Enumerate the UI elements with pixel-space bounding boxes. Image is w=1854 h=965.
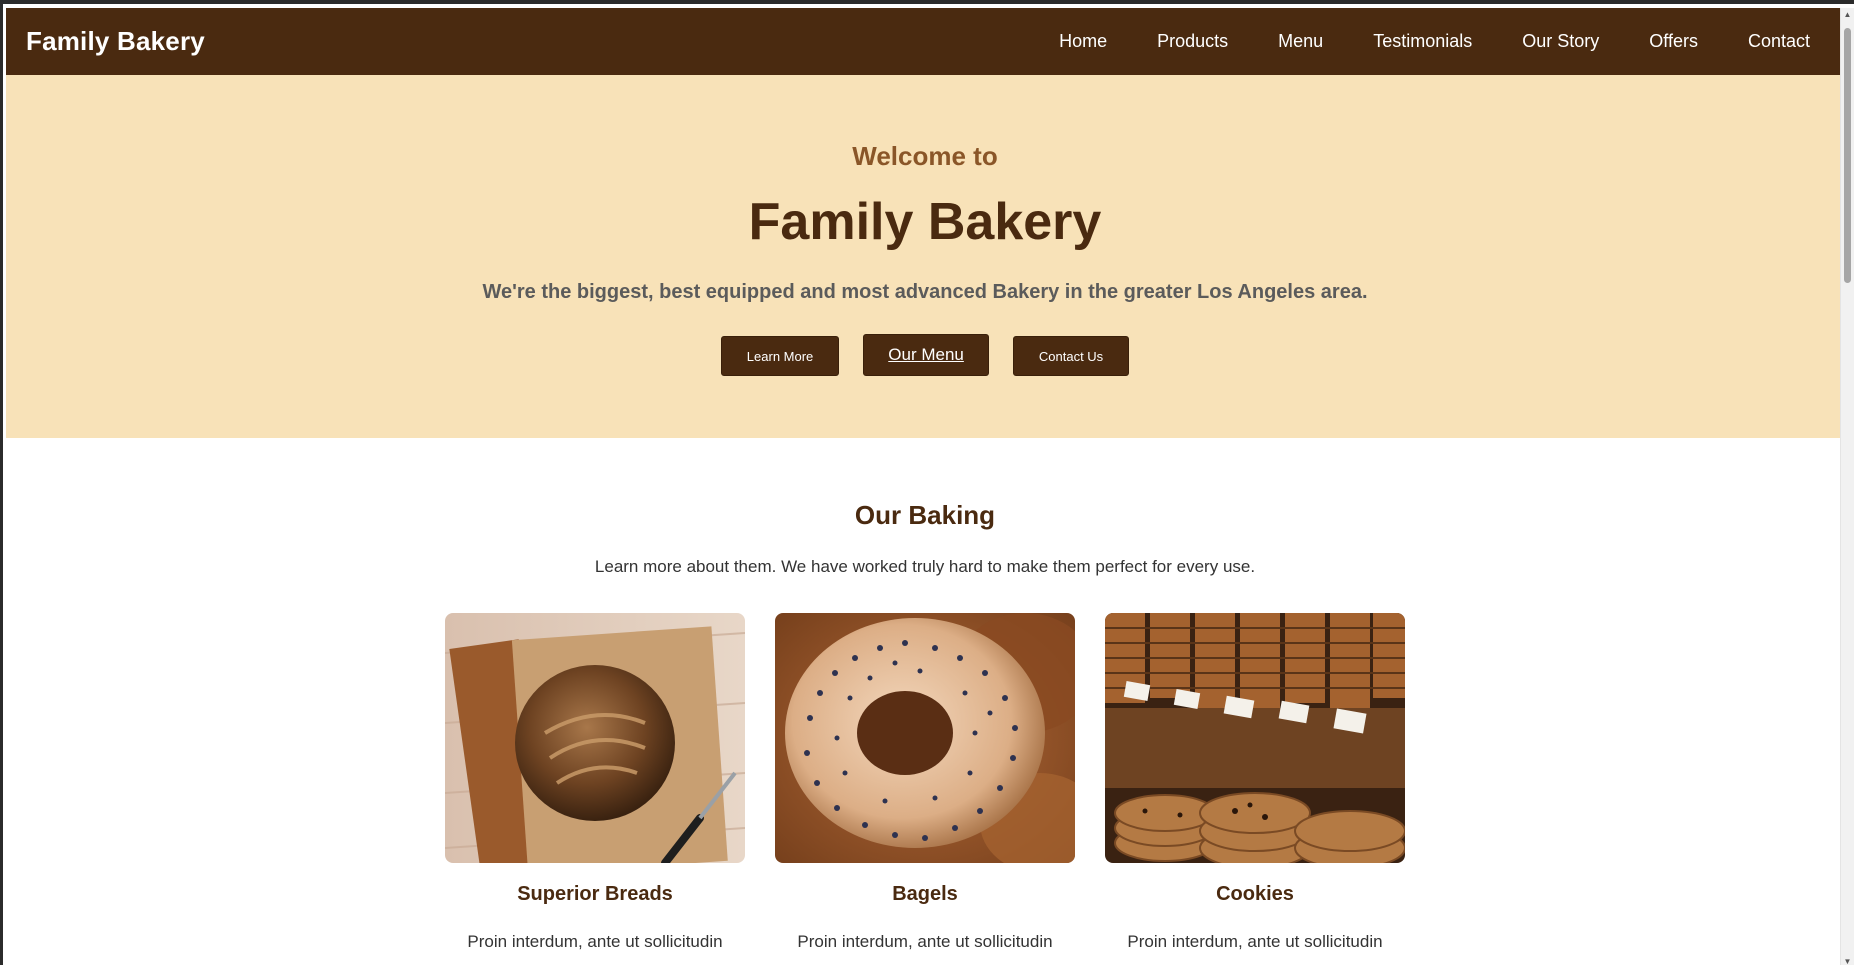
card-title: Bagels <box>892 883 958 905</box>
product-cards: Superior Breads Proin interdum, ante ut … <box>6 613 1844 955</box>
scroll-up-icon[interactable]: ▲ <box>1841 8 1854 22</box>
hero-section: Welcome to Family Bakery We're the bigge… <box>6 75 1844 438</box>
product-card-breads: Superior Breads Proin interdum, ante ut … <box>445 613 745 955</box>
contact-us-button[interactable]: Contact Us <box>1012 336 1130 377</box>
card-title: Superior Breads <box>517 883 673 905</box>
hero-buttons: Learn More Our Menu Contact Us <box>6 333 1844 377</box>
hero-eyebrow: Welcome to <box>852 141 998 171</box>
card-text: Proin interdum, ante ut sollicitudin <box>1127 932 1383 951</box>
nav-link-our-story[interactable]: Our Story <box>1497 31 1624 52</box>
hero-subtitle: We're the biggest, best equipped and mos… <box>482 281 1368 304</box>
cookies-image <box>1105 613 1405 863</box>
our-baking-section: Our Baking Learn more about them. We hav… <box>6 438 1844 955</box>
nav-link-menu[interactable]: Menu <box>1253 31 1348 52</box>
our-menu-button[interactable]: Our Menu <box>863 333 989 376</box>
scroll-down-icon[interactable]: ▼ <box>1841 955 1854 965</box>
nav-link-offers[interactable]: Offers <box>1624 31 1723 52</box>
learn-more-button[interactable]: Learn More <box>720 336 840 377</box>
product-card-cookies: Cookies Proin interdum, ante ut sollicit… <box>1105 613 1405 955</box>
nav-link-contact[interactable]: Contact <box>1723 31 1810 52</box>
card-title: Cookies <box>1216 883 1294 905</box>
navbar: Family Bakery Home Products Menu Testimo… <box>6 8 1844 75</box>
vertical-scrollbar[interactable]: ▲ ▼ <box>1840 8 1854 965</box>
bagel-image <box>775 613 1075 863</box>
hero-title: Family Bakery <box>748 193 1102 251</box>
section-title: Our Baking <box>854 500 996 530</box>
nav-link-home[interactable]: Home <box>1034 31 1132 52</box>
browser-viewport: Family Bakery Home Products Menu Testimo… <box>0 0 1854 965</box>
section-subtitle: Learn more about them. We have worked tr… <box>594 557 1256 576</box>
nav-links: Home Products Menu Testimonials Our Stor… <box>1034 31 1810 52</box>
card-text: Proin interdum, ante ut sollicitudin <box>467 932 723 951</box>
nav-link-products[interactable]: Products <box>1132 31 1253 52</box>
product-card-bagels: Bagels Proin interdum, ante ut sollicitu… <box>775 613 1075 955</box>
bread-image <box>445 613 745 863</box>
scrollbar-thumb[interactable] <box>1844 28 1851 283</box>
nav-link-testimonials[interactable]: Testimonials <box>1348 31 1497 52</box>
card-text: Proin interdum, ante ut sollicitudin <box>797 932 1053 951</box>
brand-logo[interactable]: Family Bakery <box>26 26 205 57</box>
page: Family Bakery Home Products Menu Testimo… <box>6 8 1844 965</box>
